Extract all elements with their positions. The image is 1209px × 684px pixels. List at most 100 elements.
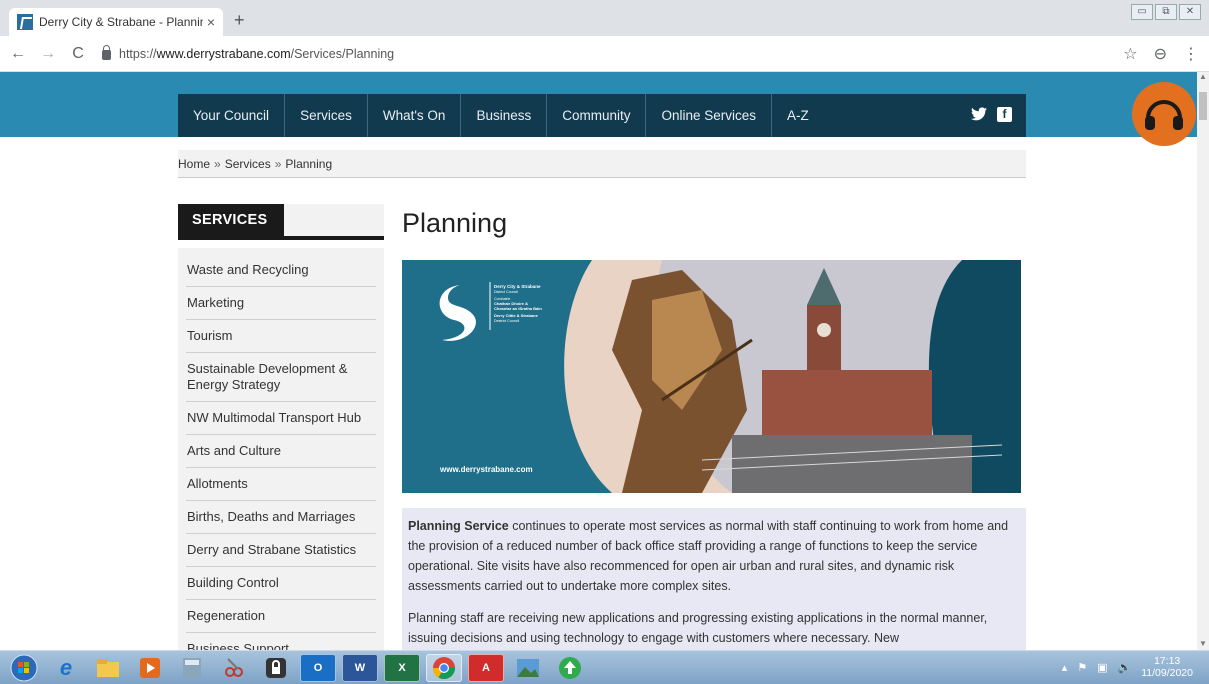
lock-app-icon[interactable] — [258, 654, 294, 682]
url-host: www.derrystrabane.com — [156, 46, 291, 61]
info-paragraph-1: Planning Service continues to operate mo… — [408, 516, 1020, 596]
network-alert-icon[interactable]: ⚑ — [1077, 661, 1087, 674]
planning-info-box: Planning Service continues to operate mo… — [402, 508, 1026, 650]
profile-icon[interactable]: ⊖ — [1154, 44, 1167, 64]
tray-expand-icon[interactable]: ▴ — [1062, 661, 1068, 674]
scroll-up-icon[interactable]: ▲ — [1197, 72, 1209, 81]
forward-button[interactable]: → — [36, 45, 60, 63]
media-player-icon[interactable] — [132, 654, 168, 682]
clock-date: 11/09/2020 — [1141, 667, 1193, 679]
minimize-button[interactable]: ▭ — [1131, 4, 1153, 20]
back-button[interactable]: ← — [6, 45, 30, 63]
sidebar-item-statistics[interactable]: Derry and Strabane Statistics — [186, 534, 376, 567]
nav-item-community[interactable]: Community — [547, 94, 647, 137]
sidebar-item-allotments[interactable]: Allotments — [186, 468, 376, 501]
sidebar-header: SERVICES — [178, 204, 384, 240]
internet-explorer-icon[interactable]: e — [48, 654, 84, 682]
main-navigation: Your Council Services What's On Business… — [178, 94, 1026, 137]
system-tray: ▴ ⚑ ▣ 🔈 17:13 11/09/2020 — [1062, 655, 1193, 679]
outlook-icon[interactable]: O — [300, 653, 336, 682]
browser-tab[interactable]: Derry City & Strabane - Planning × — [9, 8, 223, 36]
snipping-tool-icon[interactable] — [216, 654, 252, 682]
nav-item-a-z[interactable]: A-Z — [772, 94, 824, 137]
info-paragraph-1-lead: Planning Service — [408, 519, 509, 533]
breadcrumb-services[interactable]: Services — [225, 157, 271, 171]
banner-brand-line6: Derry Cittie & Strabane — [494, 313, 539, 318]
browser-tabstrip: Derry City & Strabane - Planning × + ▭ ⧉… — [0, 0, 1209, 36]
scroll-down-icon[interactable]: ▼ — [1197, 639, 1209, 648]
calculator-icon[interactable] — [174, 654, 210, 682]
breadcrumb-home[interactable]: Home — [178, 157, 210, 171]
acrobat-icon[interactable]: A — [468, 653, 504, 682]
close-window-button[interactable]: ✕ — [1179, 4, 1201, 20]
nav-item-business[interactable]: Business — [461, 94, 548, 137]
banner-brand-line5: Cheantar an tSratha Báin — [494, 306, 542, 311]
window-controls: ▭ ⧉ ✕ — [1131, 4, 1201, 20]
sidebar-item-tourism[interactable]: Tourism — [186, 320, 376, 353]
twitter-icon[interactable] — [971, 107, 987, 121]
banner-artwork: Derry City & Strabane District Council C… — [402, 260, 1021, 493]
sidebar-item-building-control[interactable]: Building Control — [186, 567, 376, 600]
toolbar-right: ☆ ⊖ ⋮ — [1123, 44, 1199, 64]
headphones-icon — [1145, 100, 1183, 130]
address-bar[interactable]: https://www.derrystrabane.com/Services/P… — [102, 44, 395, 61]
breadcrumb: Home» Services» Planning — [178, 150, 1026, 178]
new-tab-button[interactable]: + — [234, 10, 245, 31]
word-icon[interactable]: W — [342, 653, 378, 682]
banner-brand-line1: Derry City & Strabane — [494, 284, 541, 289]
banner-website: www.derrystrabane.com — [439, 465, 533, 474]
reload-button[interactable]: C — [66, 45, 90, 63]
sidebar-item-sustainable-development[interactable]: Sustainable Development & Energy Strateg… — [186, 353, 376, 402]
excel-icon[interactable]: X — [384, 653, 420, 682]
page-scrollbar[interactable]: ▲ ▼ — [1197, 72, 1209, 650]
nav-item-online-services[interactable]: Online Services — [646, 94, 773, 137]
sidebar-item-arts-culture[interactable]: Arts and Culture — [186, 435, 376, 468]
chrome-icon[interactable] — [426, 653, 462, 682]
restore-button[interactable]: ⧉ — [1155, 4, 1177, 20]
sidebar-item-births-deaths-marriages[interactable]: Births, Deaths and Marriages — [186, 501, 376, 534]
sidebar-item-waste-recycling[interactable]: Waste and Recycling — [186, 254, 376, 287]
windows-start-icon — [10, 654, 38, 681]
bookmark-star-icon[interactable]: ☆ — [1123, 44, 1137, 64]
clock-time: 17:13 — [1153, 655, 1181, 667]
photos-icon[interactable] — [510, 654, 546, 682]
nav-item-whats-on[interactable]: What's On — [368, 94, 462, 137]
nav-item-your-council[interactable]: Your Council — [178, 94, 286, 137]
accessibility-audio-button[interactable] — [1132, 82, 1196, 146]
sidebar-item-marketing[interactable]: Marketing — [186, 287, 376, 320]
banner-brand-line7: Destrict Cooncil — [494, 319, 519, 323]
site-favicon-icon — [17, 14, 33, 30]
url-path: /Services/Planning — [290, 46, 395, 61]
taskbar-clock[interactable]: 17:13 11/09/2020 — [1141, 655, 1193, 679]
tab-close-icon[interactable]: × — [207, 14, 215, 30]
browser-toolbar: ← → C https://www.derrystrabane.com/Serv… — [0, 36, 1209, 72]
page-viewport: Your Council Services What's On Business… — [0, 72, 1197, 650]
breadcrumb-separator: » — [214, 157, 221, 171]
lock-icon — [102, 44, 111, 60]
browser-menu-icon[interactable]: ⋮ — [1183, 44, 1199, 64]
windows-taskbar: e O W X A ▴ ⚑ ▣ 🔈 17:13 11/09/2020 — [0, 650, 1209, 684]
volume-icon[interactable]: 🔈 — [1118, 661, 1132, 674]
nav-item-services[interactable]: Services — [285, 94, 368, 137]
sidebar-header-rule — [178, 236, 384, 240]
social-links: f — [971, 107, 1012, 122]
url-prefix: https:// — [119, 46, 157, 61]
breadcrumb-separator: » — [274, 157, 282, 171]
start-button[interactable] — [6, 654, 42, 682]
banner-brand-line2: District Council — [494, 290, 518, 294]
facebook-icon[interactable]: f — [997, 107, 1012, 122]
tab-title: Derry City & Strabane - Planning — [39, 15, 203, 29]
scrollbar-thumb[interactable] — [1199, 92, 1207, 120]
display-icon[interactable]: ▣ — [1097, 661, 1107, 674]
breadcrumb-current: Planning — [285, 157, 333, 171]
planning-banner-image: Derry City & Strabane District Council C… — [402, 260, 1021, 493]
sidebar-list: Waste and Recycling Marketing Tourism Su… — [178, 248, 384, 650]
info-paragraph-2: Planning staff are receiving new applica… — [408, 611, 988, 645]
services-sidebar: SERVICES Waste and Recycling Marketing T… — [178, 204, 384, 650]
sidebar-item-business-support[interactable]: Business Support — [186, 633, 376, 650]
sidebar-item-regeneration[interactable]: Regeneration — [186, 600, 376, 633]
file-explorer-icon[interactable] — [90, 654, 126, 682]
page-title: Planning — [402, 208, 508, 238]
update-icon[interactable] — [552, 654, 588, 682]
sidebar-item-transport-hub[interactable]: NW Multimodal Transport Hub — [186, 402, 376, 435]
